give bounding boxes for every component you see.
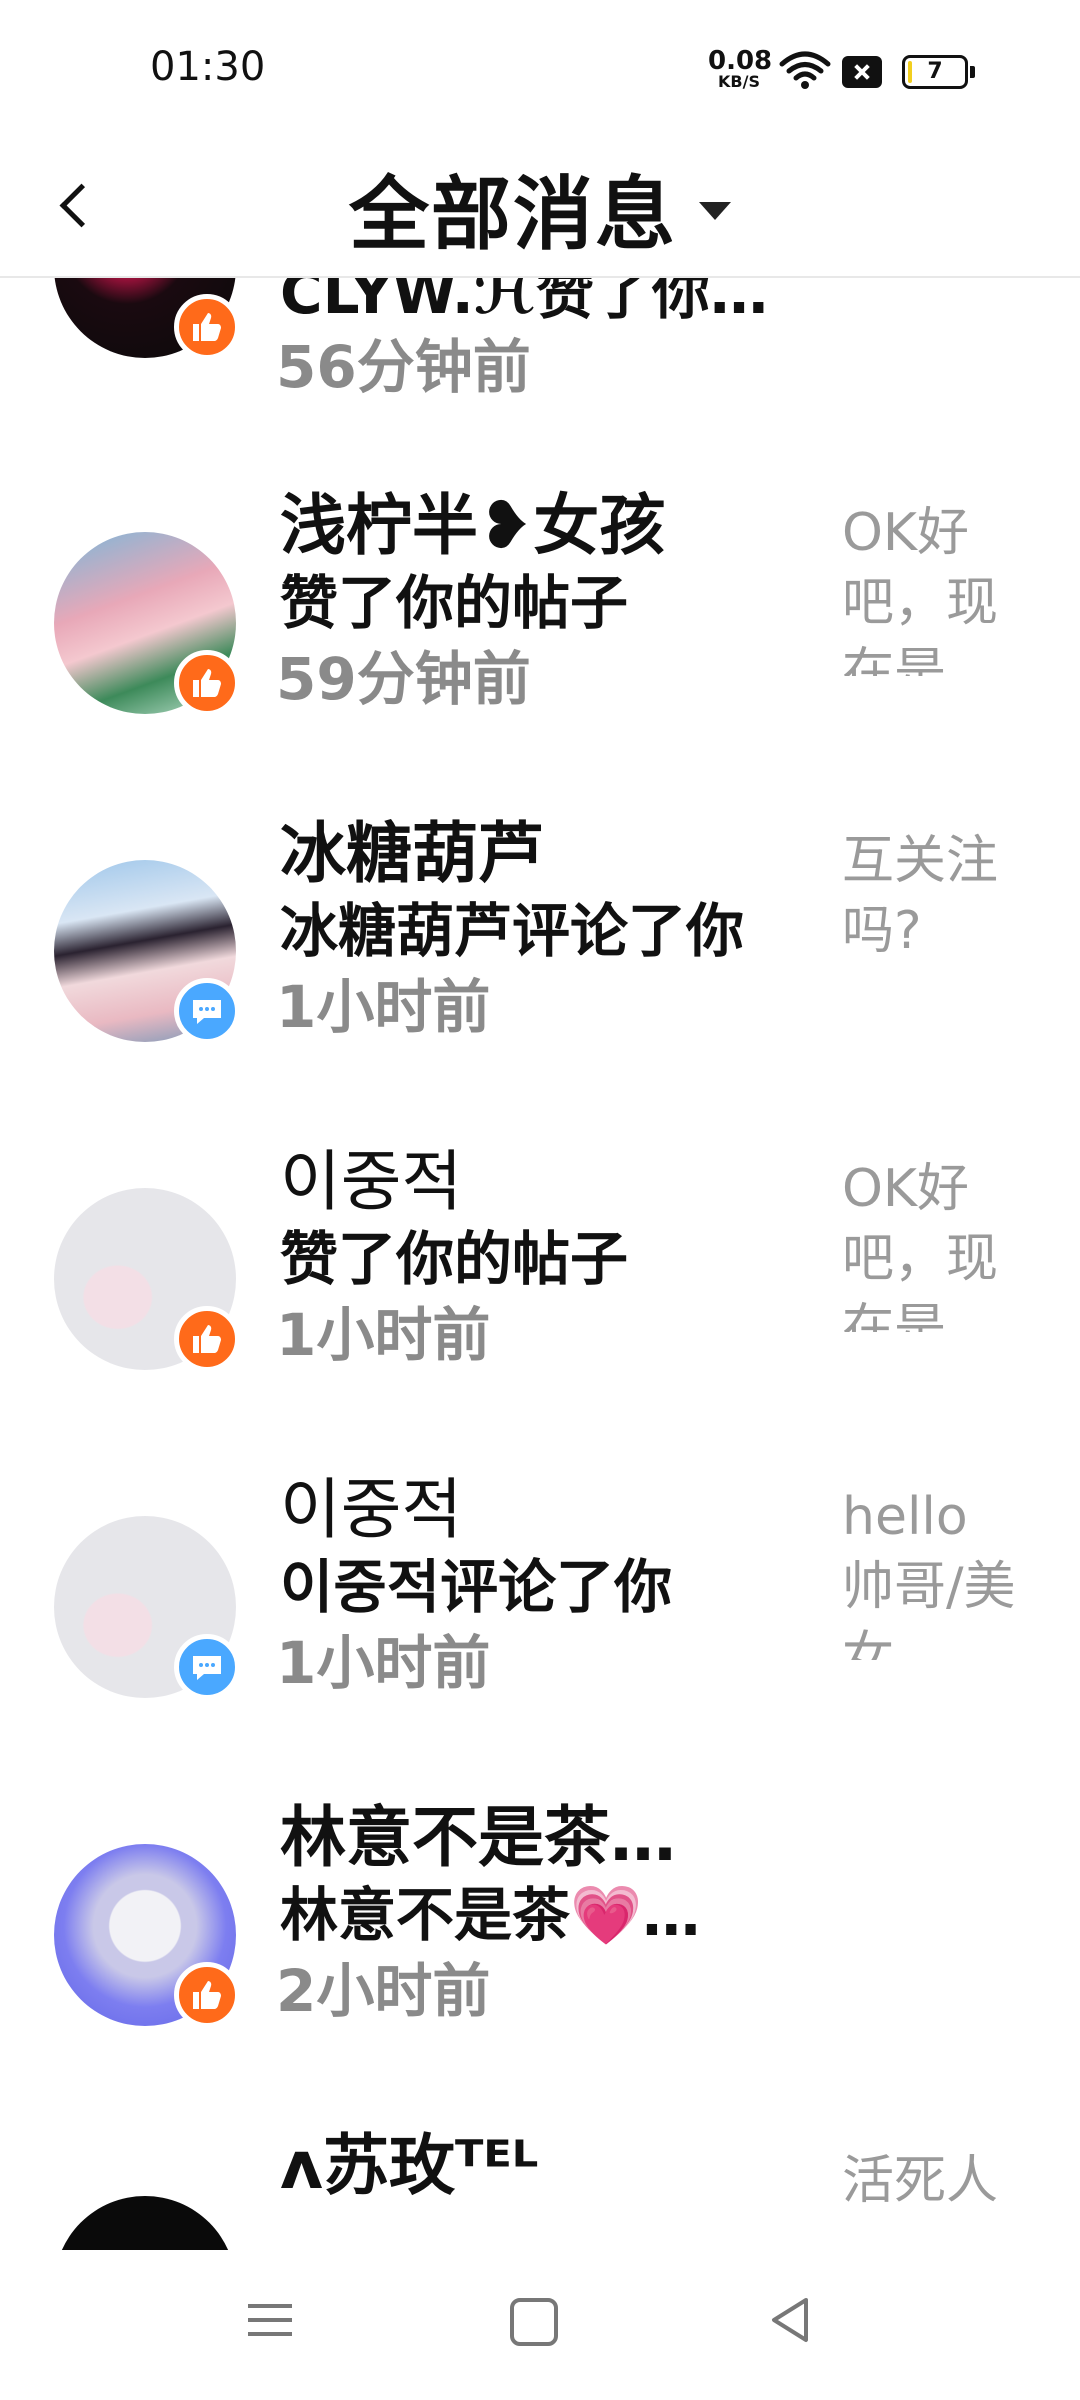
message-preview: hello帅哥/美女: [842, 1487, 1016, 1660]
like-badge: [174, 294, 240, 360]
list-item[interactable]: 이중적 이중적评论了你 1小时前 hello帅哥/美女: [0, 1440, 1080, 1768]
message-time: 56分钟前: [276, 333, 531, 401]
like-badge: [174, 1306, 240, 1372]
network-speed: 0.08 KB/S: [708, 46, 773, 91]
triangle-back-icon[interactable]: [766, 2294, 816, 2346]
comment-badge: [174, 1634, 240, 1700]
battery-icon: 7: [902, 55, 975, 89]
status-bar: 01:30 0.08 KB/S 7: [0, 0, 1080, 140]
caret-down-icon: [699, 202, 731, 220]
navigation-bar: [0, 2250, 1080, 2400]
wifi-icon: [779, 51, 831, 89]
message-action: 이중적评论了你: [280, 1553, 673, 1621]
message-preview: 活死人: [842, 2151, 999, 2211]
page-title: 全部消息: [349, 168, 677, 261]
thumbs-up-icon: [193, 669, 221, 697]
sender-name: 冰糖葫芦: [280, 815, 544, 892]
chat-bubble-icon: [193, 1656, 221, 1680]
list-item[interactable]: 浅柠半❥女孩 赞了你的帖子 59分钟前 OK好吧，现在是1…: [0, 456, 1080, 784]
comment-badge: [174, 978, 240, 1044]
list-item[interactable]: 이중적 赞了你的帖子 1小时前 OK好吧，现在是1…: [0, 1112, 1080, 1440]
list-item[interactable]: 冰糖葫芦 冰糖葫芦评论了你 1小时前 互关注吗?: [0, 784, 1080, 1112]
message-action: 林意不是茶💗…: [280, 1881, 701, 1949]
header: 全部消息: [0, 140, 1080, 278]
battery-tip: [970, 66, 975, 78]
status-time: 01:30: [150, 44, 266, 90]
message-time: 1小时前: [276, 1301, 491, 1369]
thumbs-up-icon: [193, 313, 221, 341]
back-button[interactable]: [44, 172, 116, 244]
title-dropdown[interactable]: 全部消息: [330, 148, 750, 268]
sender-name: 林意不是茶…: [280, 1799, 676, 1876]
message-list[interactable]: CLYW.ℋ赞了你… 56分钟前 浅柠半❥女孩 赞了你的帖子 59分钟前 OK好…: [0, 278, 1080, 2250]
message-action: 赞了你的帖子: [280, 1225, 629, 1293]
message-action: 赞了你的帖子: [280, 569, 629, 637]
like-badge: [174, 650, 240, 716]
sender-name: 이중적: [280, 1143, 463, 1220]
message-time: 1小时前: [276, 973, 491, 1041]
chat-bubble-icon: [193, 1000, 221, 1024]
thumbs-up-icon: [193, 1325, 221, 1353]
sender-name: ᴧ苏玫ᵀᴱᴸ: [280, 2127, 539, 2204]
sender-name: 浅柠半❥女孩: [280, 487, 666, 564]
message-preview: OK好吧，现在是1…: [842, 503, 999, 676]
list-item[interactable]: CLYW.ℋ赞了你… 56分钟前: [0, 278, 1080, 456]
list-item[interactable]: 林意不是茶… 林意不是茶💗… 2小时前: [0, 1768, 1080, 2096]
battery-level: 7: [927, 59, 943, 84]
message-time: 1小时前: [276, 1629, 491, 1697]
message-time: 2小时前: [276, 1957, 491, 2025]
network-speed-unit: KB/S: [718, 72, 760, 91]
message-preview: 互关注吗?: [842, 831, 999, 961]
menu-icon[interactable]: [248, 2298, 296, 2346]
network-speed-value: 0.08: [708, 46, 773, 76]
square-icon[interactable]: [510, 2298, 558, 2346]
message-action: 冰糖葫芦评论了你: [280, 897, 745, 965]
sender-name: 이중적: [280, 1471, 463, 1548]
message-preview: OK好吧，现在是1…: [842, 1159, 999, 1332]
thumbs-up-icon: [193, 1981, 221, 2009]
list-item[interactable]: ᴧ苏玫ᵀᴱᴸ 活死人: [0, 2096, 1080, 2250]
message-time: 59分钟前: [276, 645, 531, 713]
avatar[interactable]: [54, 2196, 236, 2250]
like-badge: [174, 1962, 240, 2028]
no-sim-icon: [842, 56, 882, 88]
